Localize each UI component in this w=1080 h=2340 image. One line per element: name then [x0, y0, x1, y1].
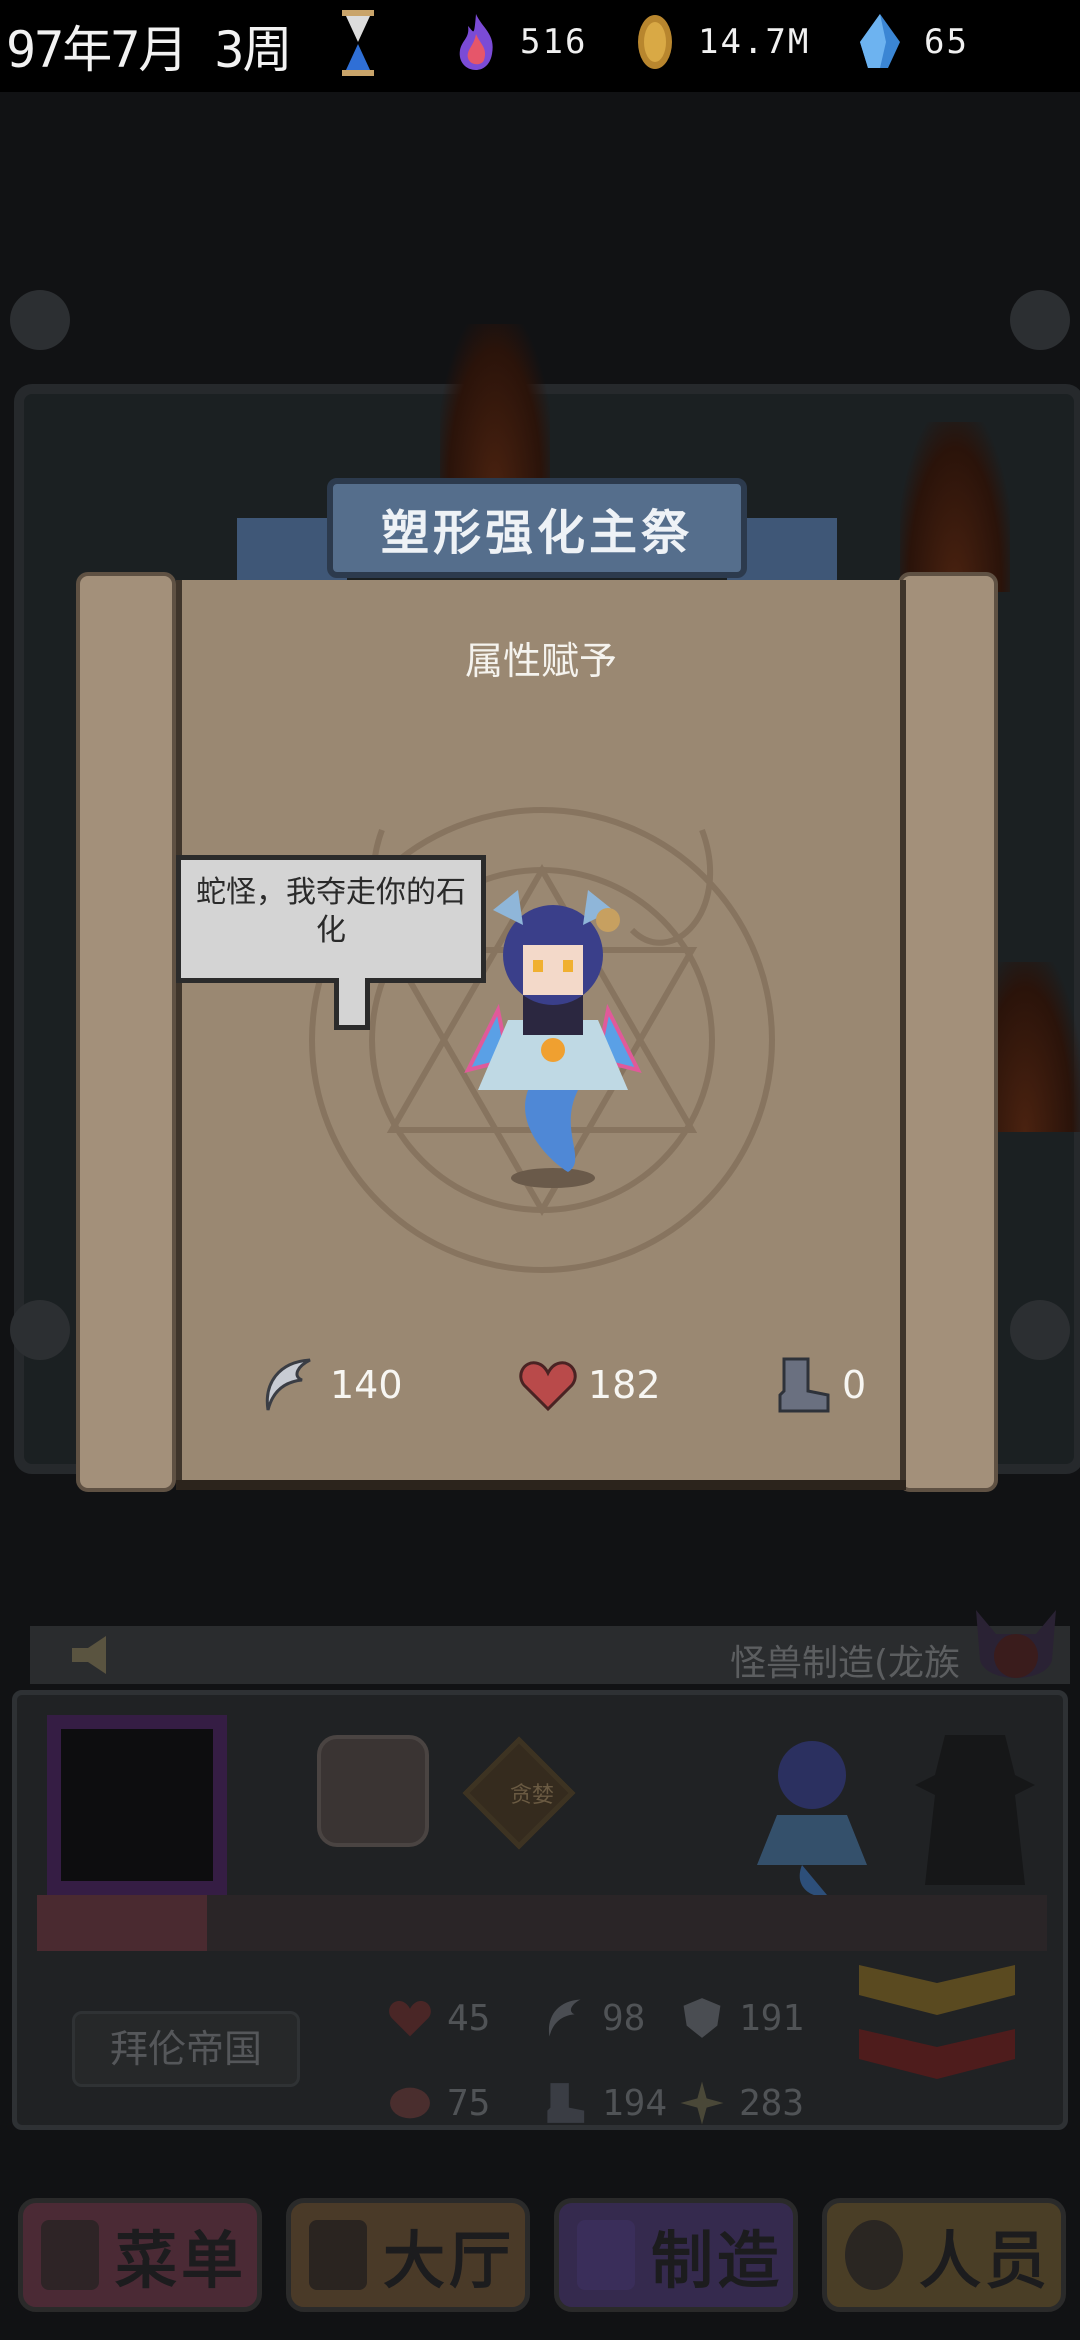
- demon-crest-icon[interactable]: [317, 1735, 429, 1847]
- rank-chevron-red-icon: [859, 2029, 1015, 2079]
- sparkle-icon: [680, 2081, 724, 2125]
- heart-icon: [519, 1361, 577, 1412]
- boot-icon: [547, 2083, 585, 2123]
- resource-crystal: 65: [856, 12, 969, 72]
- skull-ornament: [1010, 1300, 1070, 1360]
- claw-icon: [548, 1999, 581, 2037]
- portal-slot[interactable]: [47, 1715, 227, 1895]
- status-bar: 97年7月 3周 516 14.7M 65: [0, 0, 1080, 92]
- craft-title-bar: 怪兽制造(龙族: [30, 1610, 1070, 1684]
- hourglass-icon: [342, 10, 374, 76]
- heart-icon: [389, 2000, 431, 2037]
- panel-stat-speed: 194: [542, 2080, 667, 2126]
- stat-health-value: 182: [588, 1363, 661, 1407]
- panel-stat-defense: 191: [679, 1995, 804, 2041]
- skull-ornament: [10, 290, 70, 350]
- dialog-subtitle: 属性赋予: [464, 639, 617, 683]
- nav-menu-label: 菜单: [115, 2224, 248, 2297]
- scroll-roller-left: [76, 572, 176, 1492]
- stat-health: 182: [518, 1350, 661, 1420]
- crystal-value: 65: [924, 22, 969, 62]
- panel-stat-magic-value: 283: [739, 2082, 805, 2124]
- stat-speed-value: 0: [842, 1363, 867, 1407]
- skull-ornament: [1010, 290, 1070, 350]
- trait-label: 贪婪: [509, 1783, 554, 1808]
- stat-attack-value: 140: [330, 1363, 403, 1407]
- progress-fill: [37, 1895, 207, 1951]
- game-date: 97年7月 3周: [6, 21, 293, 79]
- blue-crystal-icon: [860, 14, 900, 68]
- panel-stat-magic: 283: [679, 2080, 804, 2126]
- stat-attack: 140: [258, 1350, 403, 1420]
- dialog-title: 塑形强化主祭: [380, 505, 693, 561]
- gold-value: 14.7M: [698, 22, 811, 62]
- nav-staff-button[interactable]: 人员: [822, 2198, 1066, 2312]
- demon-head-icon: [976, 1610, 1056, 1678]
- naga-thumbnail-sprite: [757, 1741, 867, 1897]
- speech-bubble-tail: [334, 978, 370, 1030]
- panel-stat-speed-value: 194: [602, 2082, 668, 2124]
- skull-ornament: [10, 1300, 70, 1360]
- boot-icon: [778, 1357, 830, 1413]
- nav-craft-button[interactable]: 制造: [554, 2198, 798, 2312]
- paw-icon: [577, 2220, 635, 2290]
- resource-gold: 14.7M: [632, 12, 810, 72]
- craft-panel: 贪婪 拜伦帝国 45 98 191 75 194 283: [12, 1690, 1068, 2130]
- shield-icon: [683, 1998, 721, 2038]
- dialog-title-banner: 塑形强化主祭: [237, 478, 837, 588]
- resource-souls: 516: [452, 12, 587, 72]
- megaphone-icon: [72, 1636, 106, 1674]
- nav-hall-label: 大厅: [383, 2224, 516, 2297]
- dialog-title-plate: 塑形强化主祭: [327, 478, 747, 578]
- panel-stat-intellect-value: 75: [447, 2082, 491, 2124]
- purple-flame-icon: [459, 14, 493, 70]
- panel-stat-health: 45: [387, 1995, 490, 2041]
- nav-hall-button[interactable]: 大厅: [286, 2198, 530, 2312]
- silhouette-sprite: [915, 1735, 1035, 1885]
- brain-icon: [390, 2087, 430, 2119]
- person-icon: [845, 2220, 903, 2290]
- panel-stat-intellect: 75: [387, 2080, 490, 2126]
- fire-decoration: [440, 324, 550, 494]
- fire-decoration: [900, 422, 1010, 592]
- panel-stat-attack: 98: [542, 1995, 645, 2041]
- bottom-nav: 菜单 大厅 制造 人员: [0, 2170, 1080, 2340]
- phone-icon: [41, 2220, 99, 2290]
- empire-button[interactable]: 拜伦帝国: [72, 2011, 300, 2087]
- panel-stat-attack-value: 98: [602, 1997, 646, 2039]
- souls-value: 516: [520, 22, 588, 62]
- naga-monster-sprite[interactable]: [438, 860, 668, 1190]
- gold-coin-icon: [638, 15, 672, 69]
- nav-craft-label: 制造: [651, 2224, 784, 2297]
- panel-stat-health-value: 45: [447, 1997, 491, 2039]
- nav-menu-button[interactable]: 菜单: [18, 2198, 262, 2312]
- rank-chevron-gold-icon: [859, 1965, 1015, 2015]
- claw-icon: [265, 1358, 311, 1411]
- door-icon: [309, 2220, 367, 2290]
- stat-speed: 0: [774, 1350, 866, 1420]
- panel-stat-defense-value: 191: [739, 1997, 805, 2039]
- scroll-parchment[interactable]: 属性赋予 蛇怪，我夺走你的石化 140 182 0: [176, 580, 906, 1480]
- scroll-roller-right: [898, 572, 998, 1492]
- nav-staff-label: 人员: [919, 2224, 1052, 2297]
- craft-title: 怪兽制造(龙族: [729, 1643, 960, 1684]
